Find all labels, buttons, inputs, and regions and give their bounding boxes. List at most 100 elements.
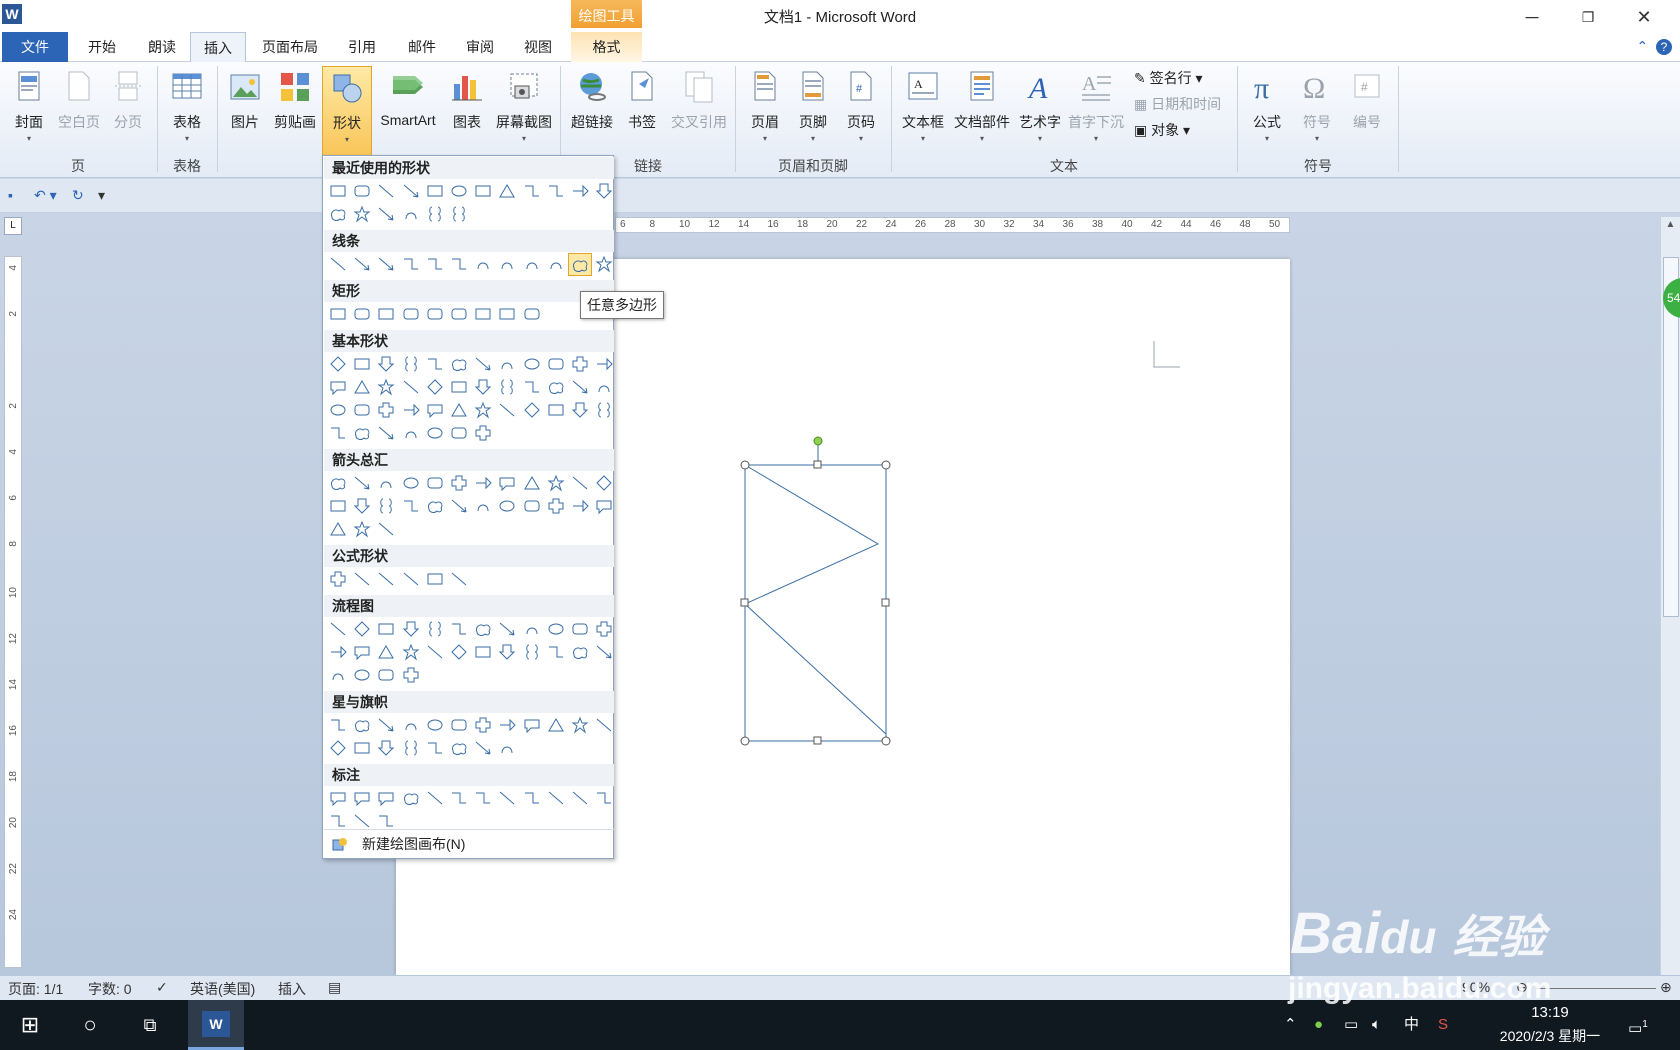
shape-option[interactable] <box>423 472 447 495</box>
shape-option[interactable] <box>544 376 568 399</box>
shape-option[interactable] <box>447 422 471 445</box>
shape-option[interactable] <box>423 737 447 760</box>
shape-option[interactable] <box>326 641 350 664</box>
shape-option[interactable] <box>592 641 616 664</box>
shape-option[interactable] <box>326 787 350 810</box>
shape-option[interactable] <box>350 787 374 810</box>
shape-option[interactable] <box>399 618 423 641</box>
shape-option[interactable] <box>592 253 616 276</box>
shape-option[interactable] <box>495 472 519 495</box>
volume-icon[interactable]: 🔈︎ <box>1372 1000 1381 1050</box>
shape-option[interactable] <box>423 253 447 276</box>
shape-option[interactable] <box>350 664 374 687</box>
shape-option[interactable] <box>568 618 592 641</box>
shape-option[interactable] <box>568 399 592 422</box>
object-button[interactable]: ▣ 对象 ▾ <box>1134 120 1190 140</box>
horizontal-ruler[interactable]: 6 8 10 12 14 16 18 20 22 24 26 28 30 32 34 36 38 40 42 44 46… <box>615 217 1290 233</box>
shape-option[interactable] <box>399 203 423 226</box>
shape-option[interactable] <box>326 737 350 760</box>
word-app-icon[interactable]: W <box>2 4 22 24</box>
shape-option[interactable] <box>568 253 592 276</box>
shape-option[interactable] <box>399 303 423 326</box>
shape-option[interactable] <box>423 399 447 422</box>
shape-option[interactable] <box>471 376 495 399</box>
tab-selector[interactable]: L <box>4 217 22 235</box>
insert-mode-indicator[interactable]: 插入 <box>278 979 306 999</box>
shape-option[interactable] <box>520 787 544 810</box>
shape-option[interactable] <box>350 353 374 376</box>
tab-file[interactable]: 文件 <box>2 32 68 62</box>
resize-handle[interactable] <box>740 598 749 607</box>
shape-option[interactable] <box>592 495 616 518</box>
shape-option[interactable] <box>520 641 544 664</box>
shape-option[interactable] <box>399 495 423 518</box>
shape-option[interactable] <box>350 303 374 326</box>
drop-cap-button[interactable]: A 首字下沉 ▾ <box>1066 66 1126 156</box>
shape-option[interactable] <box>495 180 519 203</box>
clip-art-button[interactable]: 剪贴画 <box>270 66 320 156</box>
shape-option[interactable] <box>374 253 398 276</box>
shape-option[interactable] <box>568 641 592 664</box>
resize-handle[interactable] <box>813 460 822 469</box>
shape-option[interactable] <box>423 180 447 203</box>
shape-option[interactable] <box>326 618 350 641</box>
shape-option[interactable] <box>326 422 350 445</box>
blank-page-button[interactable]: 空白页 <box>54 66 104 156</box>
shape-option[interactable] <box>423 376 447 399</box>
shape-option[interactable] <box>326 714 350 737</box>
shape-option[interactable] <box>471 641 495 664</box>
shape-option[interactable] <box>568 472 592 495</box>
shape-option[interactable] <box>374 353 398 376</box>
tray-app-icon[interactable]: ● <box>1314 1000 1323 1050</box>
shape-option[interactable] <box>423 353 447 376</box>
shape-option[interactable] <box>471 303 495 326</box>
tab-view[interactable]: 视图 <box>510 32 566 62</box>
shape-option[interactable] <box>592 472 616 495</box>
tab-read-aloud[interactable]: 朗读 <box>134 32 190 62</box>
picture-button[interactable]: 图片 <box>222 66 268 156</box>
footer-button[interactable]: 页脚 ▾ <box>790 66 836 156</box>
bookmark-button[interactable]: 书签 <box>620 66 664 156</box>
shape-option[interactable] <box>399 253 423 276</box>
shape-option[interactable] <box>471 253 495 276</box>
shape-option[interactable] <box>374 787 398 810</box>
shape-option[interactable] <box>447 495 471 518</box>
shape-option[interactable] <box>374 737 398 760</box>
shape-option[interactable] <box>495 737 519 760</box>
shape-option[interactable] <box>350 618 374 641</box>
shape-option[interactable] <box>326 376 350 399</box>
shape-option[interactable] <box>350 253 374 276</box>
shape-option[interactable] <box>544 253 568 276</box>
wordart-button[interactable]: A 艺术字 ▾ <box>1014 66 1066 156</box>
customize-qat-icon[interactable]: ▾ <box>98 187 105 204</box>
tab-references[interactable]: 引用 <box>334 32 390 62</box>
ribbon-collapse-and-help-icons[interactable]: ⌃ ? <box>1636 38 1672 55</box>
task-view-icon[interactable]: ⧉ <box>126 1000 174 1050</box>
shape-option[interactable] <box>471 787 495 810</box>
zoom-slider[interactable] <box>1536 988 1656 989</box>
shape-option[interactable] <box>447 641 471 664</box>
vertical-ruler[interactable]: 4 2 2 4 6 8 10 12 14 16 18 20 22 24 <box>4 256 22 968</box>
shape-option[interactable] <box>592 376 616 399</box>
shape-option[interactable] <box>495 641 519 664</box>
shape-option[interactable] <box>447 376 471 399</box>
freeform-polygon-shape[interactable] <box>744 464 887 735</box>
equation-button[interactable]: π 公式 ▾ <box>1244 66 1290 156</box>
shape-option[interactable] <box>471 180 495 203</box>
shape-option[interactable] <box>350 203 374 226</box>
shape-option[interactable] <box>568 787 592 810</box>
tray-expand-icon[interactable]: ⌃ <box>1284 1000 1297 1050</box>
shape-option[interactable] <box>374 376 398 399</box>
shape-option[interactable] <box>326 253 350 276</box>
macro-icon[interactable]: ▤ <box>328 979 341 996</box>
shape-option[interactable] <box>447 399 471 422</box>
zoom-out-icon[interactable]: ⊖ <box>1516 979 1528 996</box>
tab-mailings[interactable]: 邮件 <box>394 32 450 62</box>
shape-option[interactable] <box>495 376 519 399</box>
shape-option[interactable] <box>399 376 423 399</box>
shape-option[interactable] <box>350 180 374 203</box>
shape-option[interactable] <box>374 714 398 737</box>
shape-option[interactable] <box>447 568 471 591</box>
shape-option[interactable] <box>495 714 519 737</box>
header-button[interactable]: 页眉 ▾ <box>742 66 788 156</box>
